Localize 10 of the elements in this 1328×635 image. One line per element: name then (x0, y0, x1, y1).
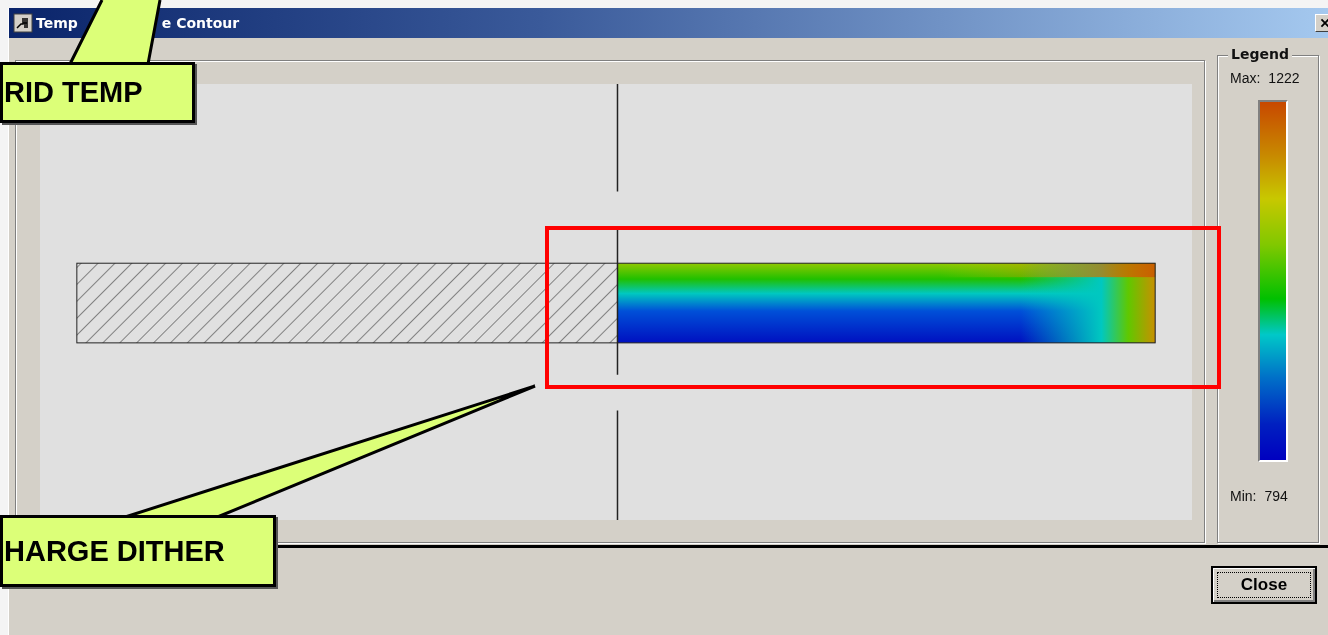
min-value: 794 (1264, 488, 1288, 504)
legend-title: Legend (1228, 46, 1292, 62)
window-title: e Contour (161, 15, 240, 31)
max-value: 1222 (1268, 70, 1300, 86)
max-label: Max: (1230, 70, 1261, 86)
window-icon (13, 13, 33, 33)
window-title: Temp (36, 15, 78, 31)
close-button[interactable]: Close (1211, 566, 1317, 604)
callout-label: HARGE DITHER (0, 515, 276, 587)
min-label: Min: (1230, 488, 1257, 504)
